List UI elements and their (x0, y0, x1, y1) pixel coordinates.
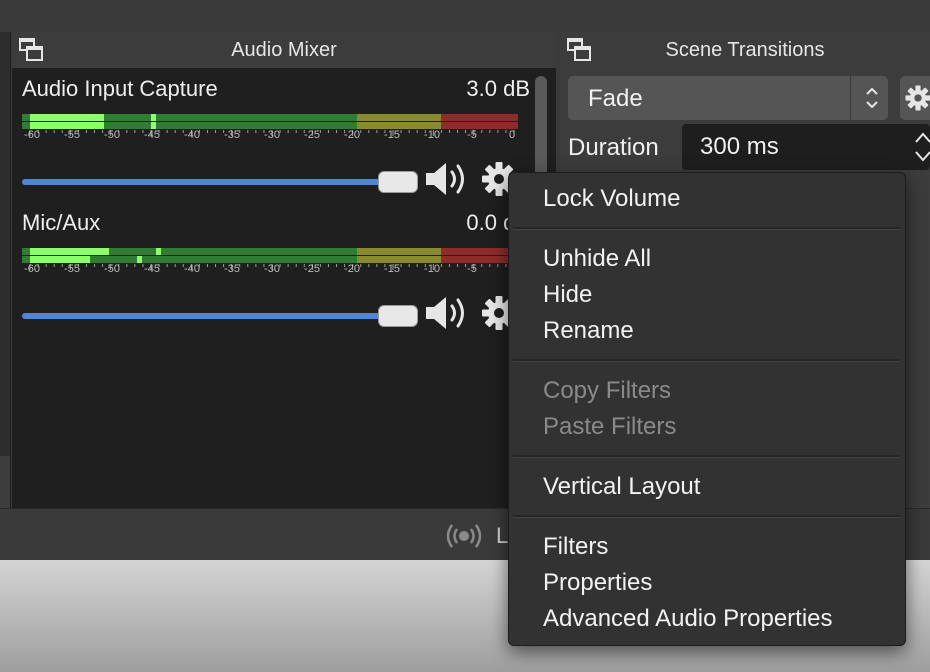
menu-separator (513, 359, 899, 362)
combo-divider (850, 76, 851, 120)
meter-tick-label: -10 (424, 129, 440, 141)
channel-name: Audio Input Capture (22, 76, 218, 101)
meter-row-bottom (22, 256, 518, 263)
transition-select[interactable]: Fade (568, 76, 888, 120)
meter-tick-label: -40 (184, 263, 200, 275)
meter-tick-label: -40 (184, 129, 200, 141)
meter-zone (356, 256, 442, 263)
meter-level-fill (30, 114, 105, 121)
volume-slider-track[interactable] (22, 313, 402, 319)
meter-tick-label: -30 (264, 263, 280, 275)
meter-zone (441, 256, 518, 263)
audio-mixer-title: Audio Mixer (231, 39, 337, 61)
duration-value: 300 ms (700, 133, 779, 160)
meter-row-top (22, 248, 518, 255)
live-status-text: L (496, 523, 509, 548)
menu-item-vertical-layout[interactable]: Vertical Layout (543, 473, 700, 501)
volume-slider-handle[interactable] (378, 305, 418, 327)
speaker-icon[interactable] (424, 294, 470, 332)
meter-tick-label: -35 (224, 129, 240, 141)
scene-transitions-titlebar[interactable]: Scene Transitions (560, 32, 930, 68)
menu-item-advanced-audio-properties[interactable]: Advanced Audio Properties (543, 605, 833, 633)
meter-zone (441, 114, 518, 121)
menu-item-unhide-all[interactable]: Unhide All (543, 245, 651, 273)
meter-level-fill (30, 248, 110, 255)
volume-slider[interactable] (22, 305, 418, 327)
meter-tick-label: -5 (467, 129, 477, 141)
meter-level-fill (30, 256, 90, 263)
duration-label: Duration (568, 134, 659, 161)
meter-tick-label: -15 (384, 129, 400, 141)
meter-tick-label: -5 (467, 263, 477, 275)
meter-tick-label: 0 (508, 129, 516, 141)
scene-transitions-title: Scene Transitions (665, 39, 825, 61)
meter-tick-label: -45 (144, 263, 160, 275)
meter-zone (441, 122, 518, 129)
meter-tick-label: -55 (64, 263, 80, 275)
meter-tick-label: -60 (24, 263, 40, 275)
audio-mixer-titlebar[interactable]: Audio Mixer (12, 32, 556, 68)
menu-separator (513, 515, 899, 518)
context-menu: Lock Volume Unhide All Hide Rename Copy … (508, 172, 906, 646)
meter-peak-marker (151, 122, 157, 129)
top-bar (0, 0, 930, 32)
meter-tick-label: -20 (344, 129, 360, 141)
meter-peak-marker (136, 256, 142, 263)
meter-tick-label: -50 (104, 129, 120, 141)
speaker-icon[interactable] (424, 160, 470, 198)
meter-tick-label: -15 (384, 263, 400, 275)
left-dock-lower (0, 456, 10, 508)
menu-item-paste-filters: Paste Filters (543, 413, 677, 440)
meter-row-top (22, 114, 518, 121)
meter-tick-label: -20 (344, 263, 360, 275)
meter-tick-label: -50 (104, 263, 120, 275)
meter-tick-label: -45 (144, 129, 160, 141)
meter-zone (441, 248, 518, 255)
menu-item-rename[interactable]: Rename (543, 317, 634, 345)
channel-name: Mic/Aux (22, 210, 101, 235)
meter-tick-label: -25 (304, 263, 320, 275)
menu-separator (513, 455, 899, 458)
volume-slider-handle[interactable] (378, 171, 418, 193)
volume-slider[interactable] (22, 171, 418, 193)
meter-peak-marker (151, 114, 157, 121)
meter-zone (356, 122, 442, 129)
meter-zone (356, 114, 442, 121)
meter-tick-label: -30 (264, 129, 280, 141)
volume-slider-track[interactable] (22, 179, 402, 185)
menu-item-copy-filters: Copy Filters (543, 377, 672, 404)
duration-spinner[interactable] (914, 124, 930, 170)
left-dock-edge (0, 32, 11, 508)
meter-zone (356, 248, 442, 255)
menu-separator (513, 227, 899, 230)
menu-item-lock-volume[interactable]: Lock Volume (543, 185, 680, 213)
gear-icon (905, 85, 930, 111)
meter-tick-label: -55 (64, 129, 80, 141)
menu-item-properties[interactable]: Properties (543, 569, 652, 597)
meter-row-bottom (22, 122, 518, 129)
transition-properties-button[interactable] (900, 76, 930, 120)
duration-input[interactable]: 300 ms (682, 124, 930, 170)
menu-item-hide[interactable]: Hide (543, 281, 592, 309)
meter-peak-marker (156, 248, 162, 255)
broadcast-icon (446, 524, 482, 548)
audio-mixer-dock: Audio Mixer Audio Input Capture 3.0 dB -… (12, 32, 556, 508)
meter-tick-labels: -60-55-50-45-40-35-30-25-20-15-10-50 (22, 129, 518, 145)
meter-tick-label: -60 (24, 129, 40, 141)
menu-item-filters[interactable]: Filters (543, 533, 608, 561)
meter-tick-labels: -60-55-50-45-40-35-30-25-20-15-10-50 (22, 263, 518, 279)
updown-chevron-icon[interactable] (862, 84, 882, 112)
audio-mixer-body: Audio Input Capture 3.0 dB -60 -55 -50 -45-… (12, 68, 556, 508)
transition-select-value: Fade (588, 85, 643, 112)
meter-tick-label: -25 (304, 129, 320, 141)
meter-tick-label: -35 (224, 263, 240, 275)
channel-db-value: 3.0 dB (466, 76, 530, 101)
meter-tick-label: -10 (424, 263, 440, 275)
meter-level-fill (30, 122, 105, 129)
